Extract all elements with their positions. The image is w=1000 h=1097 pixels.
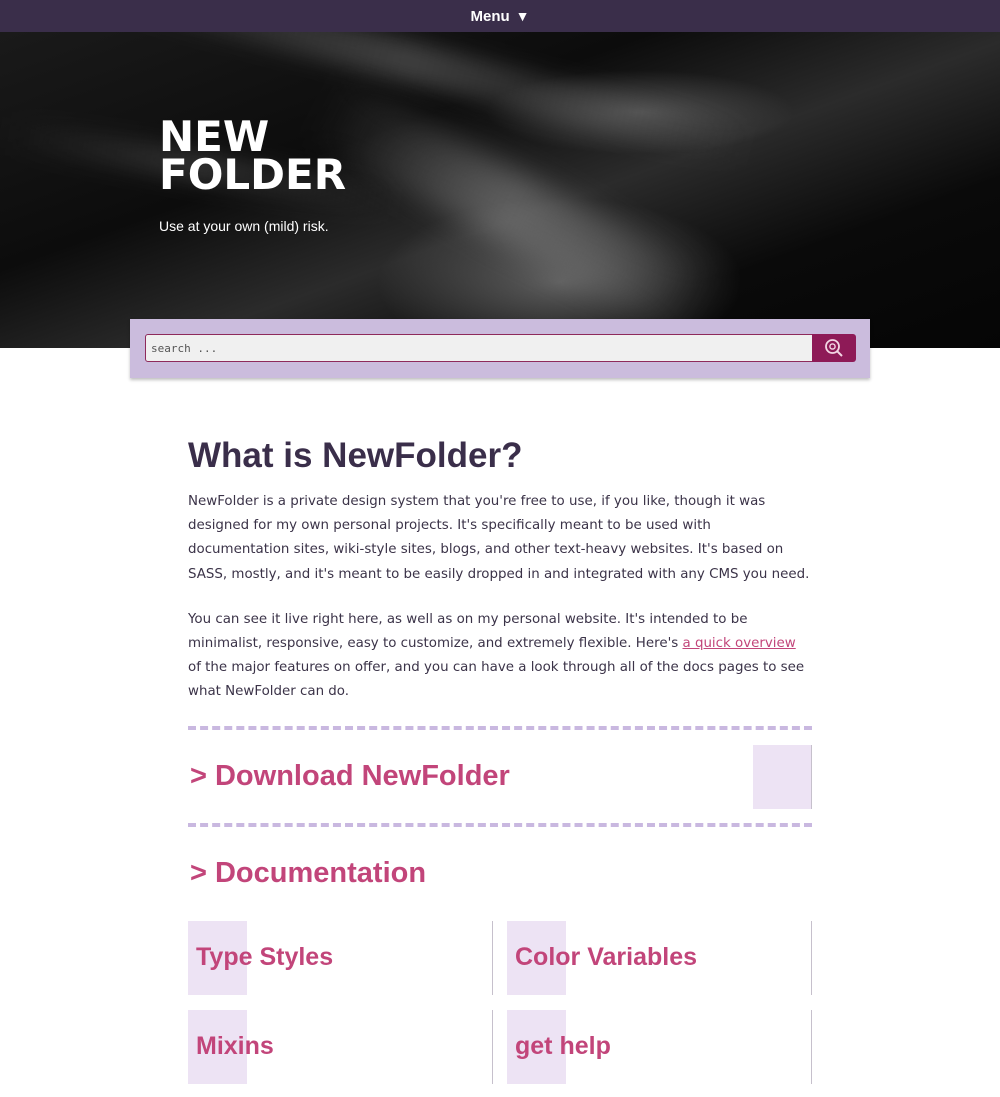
documentation-link[interactable]: > Documentation	[190, 857, 426, 890]
doc-card-label: Type Styles	[196, 943, 334, 972]
hero-banner: NEW FOLDER Use at your own (mild) risk.	[0, 32, 1000, 348]
site-tagline: Use at your own (mild) risk.	[159, 218, 329, 234]
top-nav-bar: Menu ▼	[0, 0, 1000, 32]
doc-card-mixins[interactable]: Mixins	[188, 1009, 493, 1084]
menu-button[interactable]: Menu ▼	[470, 8, 529, 25]
doc-card-get-help[interactable]: get help	[507, 1009, 812, 1084]
menu-label: Menu	[470, 7, 510, 25]
docs-grid: Type Styles Color Variables Mixins get h…	[188, 920, 812, 1084]
search-icon	[825, 339, 843, 357]
overview-paragraph: You can see it live right here, as well …	[188, 608, 812, 705]
doc-card-label: Color Variables	[515, 943, 698, 972]
download-tile	[753, 744, 812, 809]
triangle-down-icon: ▼	[515, 8, 530, 24]
logo-line-2: FOLDER	[159, 150, 347, 199]
doc-card-type-styles[interactable]: Type Styles	[188, 920, 493, 995]
page-title: What is NewFolder?	[188, 436, 523, 475]
download-link[interactable]: > Download NewFolder	[190, 760, 510, 793]
overview-text-start: You can see it live right here, as well …	[188, 611, 748, 652]
doc-card-label: Mixins	[196, 1032, 274, 1061]
doc-card-color-variables[interactable]: Color Variables	[507, 920, 812, 995]
main-content: What is NewFolder? NewFolder is a privat…	[188, 430, 812, 1084]
site-logo[interactable]: NEW FOLDER	[159, 116, 347, 199]
documentation-section: > Documentation	[188, 827, 812, 921]
overview-text-end: of the major features on offer, and you …	[188, 660, 805, 700]
download-section: > Download NewFolder	[188, 730, 812, 823]
quick-overview-link[interactable]: a quick overview	[682, 636, 795, 651]
doc-card-label: get help	[515, 1032, 611, 1061]
search-button[interactable]	[812, 334, 856, 362]
search-panel	[130, 319, 870, 378]
intro-paragraph: NewFolder is a private design system tha…	[188, 494, 810, 582]
search-input[interactable]	[145, 334, 813, 362]
